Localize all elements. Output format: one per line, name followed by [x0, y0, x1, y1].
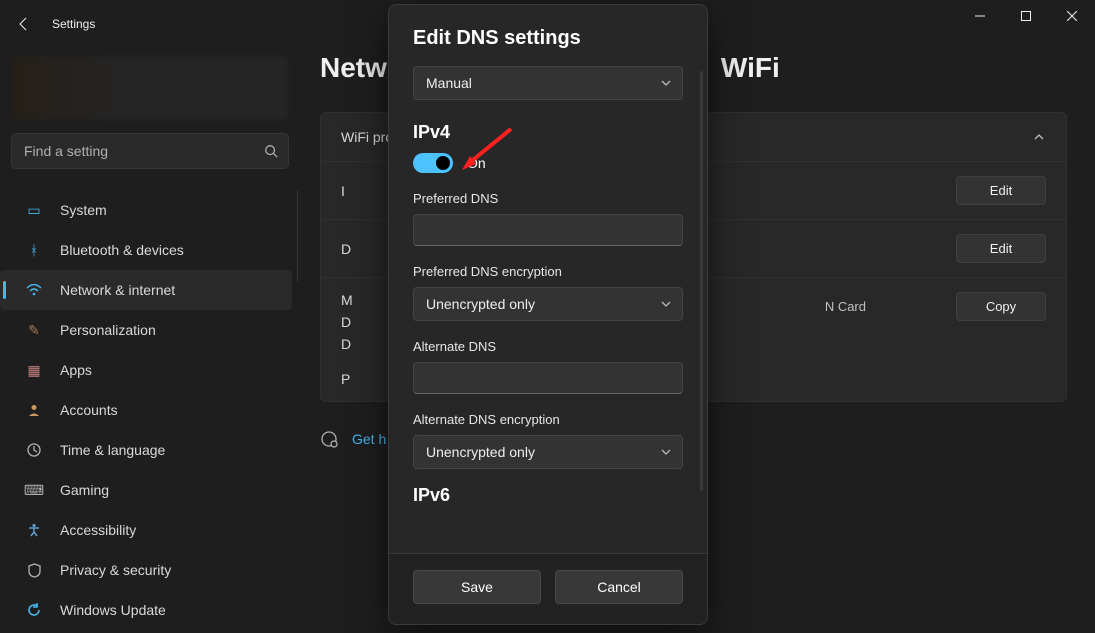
close-button[interactable] [1049, 0, 1095, 32]
minimize-button[interactable] [957, 0, 1003, 32]
sidebar-item-network[interactable]: Network & internet [0, 270, 292, 310]
maximize-button[interactable] [1003, 0, 1049, 32]
chevron-up-icon [1032, 130, 1046, 144]
brush-icon: ✎ [24, 322, 44, 339]
sidebar-item-label: Privacy & security [60, 562, 171, 578]
alternate-dns-label: Alternate DNS [413, 339, 683, 354]
preferred-dns-encryption-label: Preferred DNS encryption [413, 264, 683, 279]
alternate-dns-encryption-value: Unencrypted only [426, 444, 535, 460]
cancel-button[interactable]: Cancel [555, 570, 683, 604]
sidebar-item-label: Accounts [60, 402, 118, 418]
dialog-title: Edit DNS settings [413, 27, 683, 50]
person-icon [24, 403, 44, 417]
gamepad-icon: ⌨ [24, 482, 44, 499]
dialog-scrollbar[interactable] [700, 71, 703, 491]
ipv4-heading: IPv4 [413, 122, 683, 143]
edit-button[interactable]: Edit [956, 176, 1046, 205]
card-header-label: WiFi pro [341, 129, 393, 145]
alternate-dns-encryption-select[interactable]: Unencrypted only [413, 435, 683, 469]
sidebar-item-label: Windows Update [60, 602, 166, 618]
chevron-down-icon [660, 298, 672, 310]
sidebar-item-update[interactable]: Windows Update [0, 590, 292, 630]
alternate-dns-encryption-label: Alternate DNS encryption [413, 412, 683, 427]
chevron-down-icon [660, 446, 672, 458]
profile-card[interactable] [12, 56, 288, 120]
search-icon [264, 144, 278, 158]
row-value: N Card [825, 299, 866, 314]
row-label: D [341, 314, 353, 330]
sidebar-item-apps[interactable]: ▦ Apps [0, 350, 292, 390]
sidebar-item-label: Network & internet [60, 282, 175, 298]
sidebar-item-label: Personalization [60, 322, 156, 338]
wifi-icon [24, 284, 44, 296]
dialog-footer: Save Cancel [389, 553, 707, 624]
monitor-icon: ▭ [24, 202, 44, 219]
ipv6-heading: IPv6 [413, 485, 683, 506]
save-button[interactable]: Save [413, 570, 541, 604]
sidebar-item-gaming[interactable]: ⌨ Gaming [0, 470, 292, 510]
apps-icon: ▦ [24, 362, 44, 379]
sidebar-item-bluetooth[interactable]: ᚼ Bluetooth & devices [0, 230, 292, 270]
help-icon [320, 430, 338, 448]
breadcrumb-part[interactable]: Netw [320, 52, 387, 84]
window-title: Settings [52, 17, 95, 31]
chevron-down-icon [660, 77, 672, 89]
dns-mode-select[interactable]: Manual [413, 66, 683, 100]
nav-divider [297, 190, 298, 282]
ipv4-toggle-label: On [467, 155, 486, 171]
sidebar-item-label: Bluetooth & devices [60, 242, 184, 258]
preferred-dns-label: Preferred DNS [413, 191, 683, 206]
edit-dns-dialog: Edit DNS settings Manual IPv4 On Preferr… [388, 4, 708, 625]
search-input[interactable] [12, 134, 288, 168]
sidebar-item-label: Time & language [60, 442, 165, 458]
alternate-dns-input[interactable] [413, 362, 683, 394]
shield-icon [24, 563, 44, 578]
sidebar-item-label: Accessibility [60, 522, 136, 538]
nav: ▭ System ᚼ Bluetooth & devices Network & i… [0, 190, 300, 630]
row-label: P [341, 371, 350, 387]
sidebar-item-personalization[interactable]: ✎ Personalization [0, 310, 292, 350]
sidebar: ▭ System ᚼ Bluetooth & devices Network & i… [0, 48, 300, 633]
preferred-dns-encryption-value: Unencrypted only [426, 296, 535, 312]
sidebar-item-label: Apps [60, 362, 92, 378]
update-icon [24, 603, 44, 617]
row-label: M [341, 292, 353, 308]
copy-button[interactable]: Copy [956, 292, 1046, 321]
sidebar-item-time[interactable]: Time & language [0, 430, 292, 470]
bluetooth-icon: ᚼ [24, 242, 44, 258]
ipv4-toggle[interactable] [413, 153, 453, 173]
sidebar-item-label: System [60, 202, 107, 218]
clock-icon [24, 443, 44, 457]
sidebar-item-system[interactable]: ▭ System [0, 190, 292, 230]
row-label: D [341, 241, 351, 257]
back-button[interactable] [0, 0, 48, 48]
sidebar-item-label: Gaming [60, 482, 109, 498]
row-label: I [341, 183, 345, 199]
edit-button[interactable]: Edit [956, 234, 1046, 263]
sidebar-item-privacy[interactable]: Privacy & security [0, 550, 292, 590]
row-label: D [341, 336, 353, 352]
accessibility-icon [24, 523, 44, 537]
preferred-dns-encryption-select[interactable]: Unencrypted only [413, 287, 683, 321]
dns-mode-value: Manual [426, 75, 472, 91]
preferred-dns-input[interactable] [413, 214, 683, 246]
page-title: WiFi [721, 52, 780, 84]
sidebar-item-accounts[interactable]: Accounts [0, 390, 292, 430]
get-help-link[interactable]: Get h [352, 431, 386, 447]
sidebar-item-accessibility[interactable]: Accessibility [0, 510, 292, 550]
